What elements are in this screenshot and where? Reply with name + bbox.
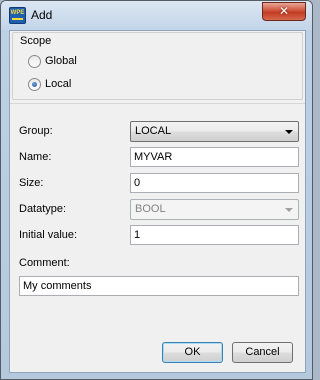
group-dropdown-value: LOCAL [135,125,172,137]
initial-value-label: Initial value: [19,229,78,241]
scope-group-title: Scope [20,35,52,47]
radio-local-label: Local [45,78,72,90]
comment-label: Comment: [19,257,70,269]
group-dropdown[interactable]: LOCAL [130,121,299,142]
group-label: Group: [19,125,53,137]
name-label: Name: [19,151,52,163]
app-icon-bar [12,18,23,20]
add-dialog: WPE Add ✕ Scope Global Local Group: LOCA… [0,0,313,380]
app-icon: WPE [9,7,26,24]
name-input[interactable]: MYVAR [130,147,299,167]
comment-input[interactable]: My comments [19,276,299,296]
app-icon-text: WPE [10,10,25,16]
chevron-down-icon [285,208,293,212]
separator [10,103,305,104]
radio-global-label: Global [45,55,77,67]
dialog-content: Scope Global Local Group: LOCAL Name: MY… [9,30,306,373]
ok-button[interactable]: OK [162,342,223,363]
radio-global-button[interactable] [28,54,41,68]
datatype-dropdown-value: BOOL [135,203,166,215]
size-input[interactable]: 0 [130,173,299,193]
close-button[interactable]: ✕ [262,2,306,21]
radio-local[interactable]: Local [28,77,71,91]
chevron-down-icon [285,130,293,134]
datatype-dropdown: BOOL [130,199,299,220]
title-bar[interactable]: WPE Add ✕ [1,1,312,30]
radio-global[interactable]: Global [28,54,77,68]
scope-group: Scope Global Local [12,32,303,100]
cancel-button[interactable]: Cancel [232,342,293,363]
initial-value-input[interactable]: 1 [130,225,299,245]
datatype-label: Datatype: [19,203,67,215]
radio-local-button[interactable] [28,77,41,91]
size-label: Size: [19,177,44,189]
window-title: Add [31,8,53,22]
